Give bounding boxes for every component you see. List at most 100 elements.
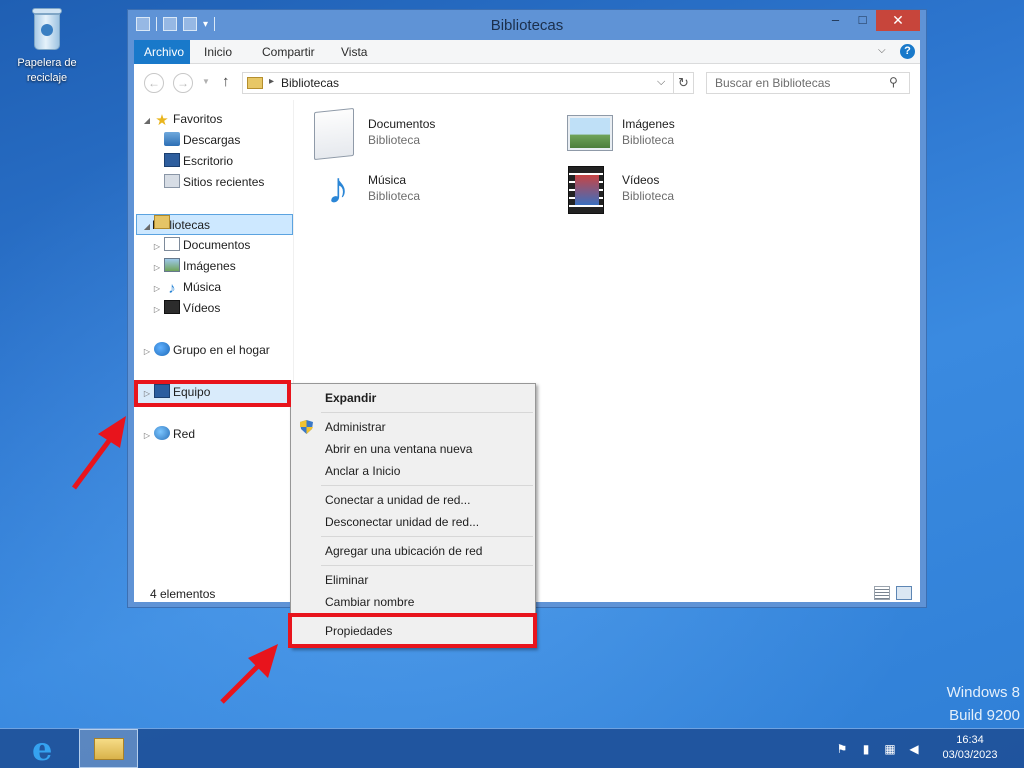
tree-item-desktop[interactable]: Escritorio: [162, 151, 233, 172]
library-videos[interactable]: Vídeos Biblioteca: [568, 166, 788, 218]
recycle-bin-shortcut[interactable]: Papelera de reciclaje: [8, 8, 86, 86]
tree-item-homegroup[interactable]: ▷ Grupo en el hogar: [142, 340, 270, 361]
menu-separator: [321, 536, 533, 537]
recent-locations-chevron-icon[interactable]: ▼: [202, 77, 210, 86]
library-name: Documentos: [368, 117, 436, 131]
breadcrumb[interactable]: Bibliotecas: [281, 76, 339, 90]
clock-date: 03/03/2023: [942, 749, 998, 761]
videos-library-icon: [568, 166, 604, 214]
power-icon[interactable]: ▮: [858, 741, 874, 757]
internet-explorer-icon: e: [32, 730, 53, 768]
expand-arrow-icon[interactable]: ▷: [142, 341, 152, 362]
tree-label: Vídeos: [183, 301, 221, 315]
library-music[interactable]: ♪ Música Biblioteca: [314, 166, 534, 218]
star-icon: ★: [155, 112, 169, 129]
volume-icon[interactable]: ◀: [906, 741, 922, 757]
recent-places-icon: [164, 174, 180, 188]
expand-arrow-icon[interactable]: ▷: [142, 425, 152, 446]
collapse-arrow-icon[interactable]: ◢: [142, 110, 152, 131]
tree-label: Grupo en el hogar: [173, 343, 270, 357]
minimize-button[interactable]: –: [822, 10, 849, 31]
highlight-equipo: [134, 380, 291, 407]
clock[interactable]: 16:34 03/03/2023: [934, 733, 1006, 763]
tree-item-recent-places[interactable]: Sitios recientes: [162, 172, 264, 193]
film-icon: [164, 300, 180, 314]
back-button[interactable]: ←: [144, 73, 164, 93]
library-type: Biblioteca: [622, 133, 675, 147]
taskbar: e ⚑ ▮ ▦ ◀ 16:34 03/03/2023: [0, 728, 1024, 768]
expand-arrow-icon[interactable]: ▷: [152, 299, 162, 320]
maximize-button[interactable]: □: [849, 10, 876, 31]
homegroup-icon: [154, 342, 170, 356]
menu-item-expand[interactable]: Expandir: [293, 387, 533, 409]
library-type: Biblioteca: [368, 189, 421, 203]
expand-arrow-icon[interactable]: ▷: [152, 257, 162, 278]
action-center-icon[interactable]: ⚑: [834, 741, 850, 757]
menu-item-pin-to-start[interactable]: Anclar a Inicio: [293, 460, 533, 482]
menu-item-disconnect-network-drive[interactable]: Desconectar unidad de red...: [293, 511, 533, 533]
tree-item-favorites[interactable]: ◢ ★ Favoritos: [142, 109, 222, 130]
expand-arrow-icon[interactable]: ▷: [152, 236, 162, 257]
tree-item-libraries[interactable]: ◢ Bibliotecas: [136, 214, 293, 235]
build-watermark: Build 9200: [949, 707, 1020, 724]
close-button[interactable]: ✕: [876, 10, 920, 31]
tab-vista[interactable]: Vista: [331, 40, 377, 64]
tree-label: Música: [183, 280, 222, 294]
menu-separator: [321, 485, 533, 486]
tree-label: Escritorio: [183, 154, 234, 168]
downloads-icon: [164, 132, 180, 146]
pictures-icon: [164, 258, 180, 272]
tree-item-music[interactable]: ▷ ♪ Música: [152, 277, 221, 298]
search-input[interactable]: [707, 73, 887, 93]
menu-item-add-network-location[interactable]: Agregar una ubicación de red: [293, 540, 533, 562]
menu-item-map-network-drive[interactable]: Conectar a unidad de red...: [293, 489, 533, 511]
libraries-folder-icon: [247, 77, 263, 89]
up-button[interactable]: ↑: [222, 73, 230, 90]
documents-library-icon: [314, 107, 354, 161]
network-icon: [154, 426, 170, 440]
tab-compartir[interactable]: Compartir: [252, 40, 325, 64]
file-explorer-taskbar-button[interactable]: [79, 729, 138, 768]
tree-label: Documentos: [183, 238, 251, 252]
tree-item-network[interactable]: ▷ Red: [142, 424, 195, 445]
search-box[interactable]: ⚲: [706, 72, 910, 94]
chevron-down-icon[interactable]: ⌵: [878, 45, 886, 56]
network-icon[interactable]: ▦: [882, 741, 898, 757]
refresh-icon[interactable]: ↻: [673, 73, 693, 93]
breadcrumb-chevron-icon[interactable]: ▸: [269, 76, 274, 87]
tree-item-videos[interactable]: ▷ Vídeos: [152, 298, 220, 319]
menu-item-delete[interactable]: Eliminar: [293, 569, 533, 591]
internet-explorer-taskbar-button[interactable]: e: [28, 732, 64, 766]
library-documents[interactable]: Documentos Biblioteca: [314, 107, 534, 162]
menu-item-open-new-window[interactable]: Abrir en una ventana nueva: [293, 438, 533, 460]
library-name: Imágenes: [622, 117, 675, 131]
forward-button[interactable]: →: [173, 73, 193, 93]
tree-item-downloads[interactable]: Descargas: [162, 130, 240, 151]
library-type: Biblioteca: [622, 189, 675, 203]
tab-inicio[interactable]: Inicio: [194, 40, 242, 64]
menu-item-rename[interactable]: Cambiar nombre: [293, 591, 533, 613]
menu-item-label: Administrar: [325, 420, 386, 434]
library-pictures[interactable]: Imágenes Biblioteca: [568, 110, 788, 162]
annotation-arrow: [71, 416, 126, 490]
address-dropdown-icon[interactable]: ⌵: [657, 76, 665, 89]
tree-label: Sitios recientes: [183, 175, 265, 189]
menu-separator: [321, 412, 533, 413]
highlight-properties: [288, 613, 537, 648]
tab-archivo[interactable]: Archivo: [134, 40, 190, 64]
large-icons-view-icon[interactable]: [896, 586, 912, 600]
expand-arrow-icon[interactable]: ▷: [152, 278, 162, 299]
search-icon[interactable]: ⚲: [889, 75, 898, 89]
tree-label: Red: [173, 427, 196, 441]
menu-item-manage[interactable]: Administrar: [293, 416, 533, 438]
address-bar[interactable]: ▸ Bibliotecas ⌵ ↻: [242, 72, 694, 94]
details-view-icon[interactable]: [874, 586, 890, 600]
help-icon[interactable]: ?: [900, 44, 915, 59]
recycle-bin-label: Papelera de reciclaje: [17, 57, 77, 84]
tree-item-documents[interactable]: ▷ Documentos: [152, 235, 250, 256]
menu-separator: [321, 565, 533, 566]
title-bar[interactable]: ▾ Bibliotecas – □ ✕: [128, 10, 926, 40]
tree-item-pictures[interactable]: ▷ Imágenes: [152, 256, 236, 277]
collapse-arrow-icon[interactable]: ◢: [142, 216, 152, 237]
annotation-arrow: [220, 644, 278, 704]
